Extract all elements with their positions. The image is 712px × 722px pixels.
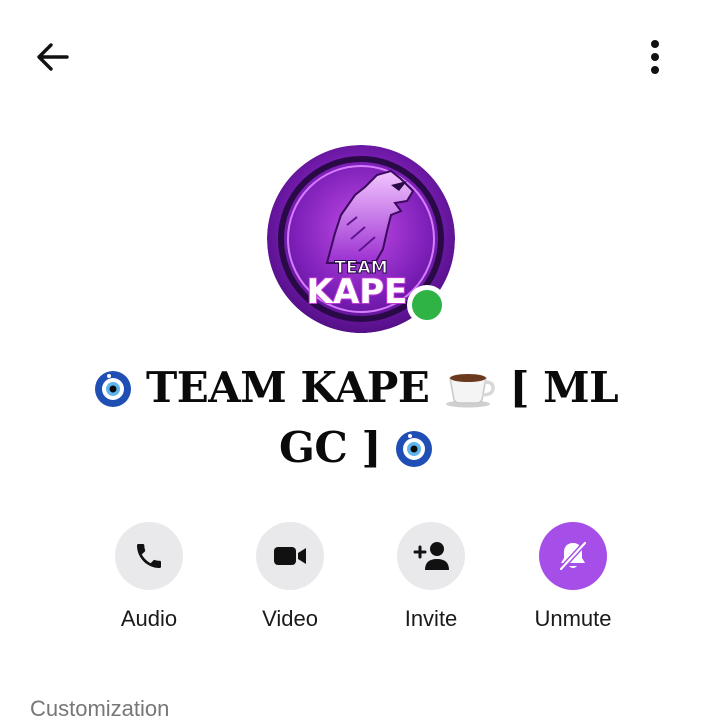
unmute-circle[interactable] <box>539 522 607 590</box>
invite-label: Invite <box>404 606 458 631</box>
customization-section-label: Customization <box>30 696 170 721</box>
online-status-dot <box>407 285 447 325</box>
unmute-button[interactable]: Unmute <box>513 522 633 632</box>
video-call-circle[interactable] <box>256 522 324 590</box>
video-camera-icon <box>274 547 306 565</box>
bell-off-icon <box>559 541 587 571</box>
group-name-part3: GC ] <box>279 423 381 472</box>
back-button[interactable] <box>30 34 76 80</box>
audio-label: Audio <box>120 606 178 631</box>
audio-call-circle[interactable] <box>115 522 183 590</box>
nazar-amulet-icon <box>395 431 432 467</box>
group-name-part2: [ ML <box>509 363 619 412</box>
group-name-part1: TEAM KAPE <box>145 363 430 412</box>
top-bar <box>0 0 712 110</box>
unmute-label: Unmute <box>534 606 612 631</box>
arrow-left-icon <box>37 43 69 71</box>
more-options-button[interactable] <box>632 34 678 80</box>
nazar-amulet-icon <box>94 371 131 407</box>
invite-button[interactable]: Invite <box>371 522 491 632</box>
invite-circle[interactable] <box>397 522 465 590</box>
video-call-button[interactable]: Video <box>230 522 350 632</box>
more-vertical-icon <box>651 40 659 74</box>
audio-call-button[interactable]: Audio <box>89 522 209 632</box>
add-person-icon <box>413 542 449 570</box>
video-label: Video <box>262 606 318 631</box>
hot-beverage-icon <box>445 374 495 408</box>
phone-icon <box>137 544 161 568</box>
group-name-title: TEAM KAPE [ ML GC ] <box>60 358 652 478</box>
svg-text:KAPE: KAPE <box>307 272 408 312</box>
group-avatar[interactable]: TEAM KAPE <box>267 145 455 333</box>
action-row: Audio Video Invite Unmute <box>0 522 712 642</box>
